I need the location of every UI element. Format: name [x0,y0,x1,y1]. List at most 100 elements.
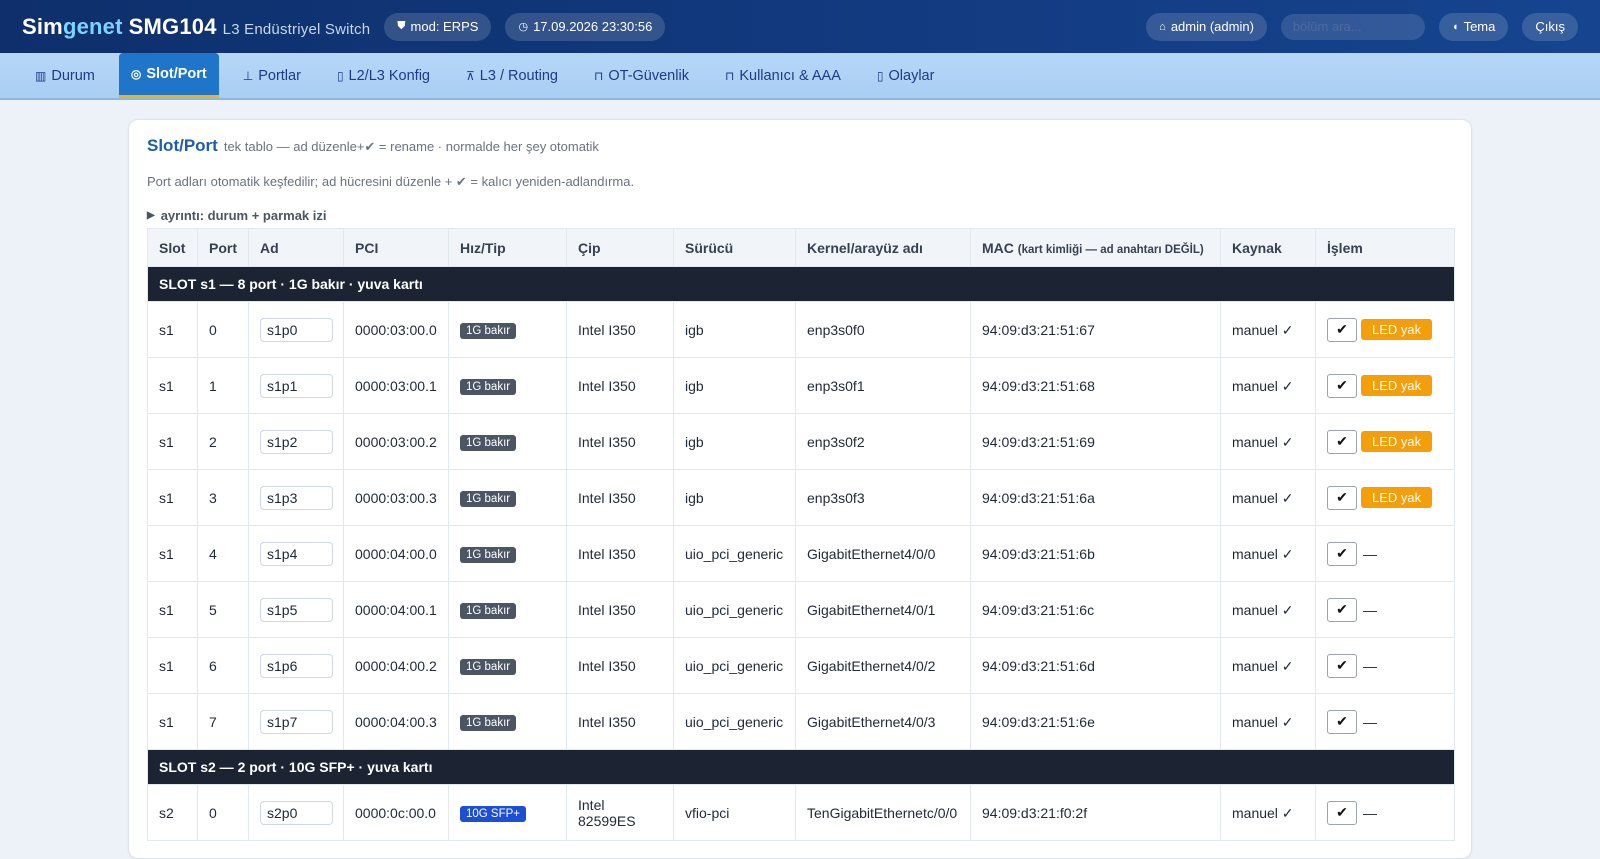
tab-label: Portlar [258,67,301,84]
page-subtitle: tek tablo — ad düzenle+✔ = rename · norm… [223,139,599,154]
rename-confirm-button[interactable]: ✔ [1327,800,1357,825]
no-action-dash: — [1363,601,1377,618]
slot-group-row: SLOT s1 — 8 port · 1G bakır · yuva kartı [147,266,1455,302]
tab-slot-port[interactable]: ◎ Slot/Port [118,53,219,98]
led-blink-button[interactable]: LED yak [1361,431,1433,452]
cell-speed: 1G bakır [448,693,567,750]
rename-confirm-button[interactable]: ✔ [1327,485,1357,510]
user-label: admin (admin) [1170,19,1254,34]
port-name-input[interactable] [260,541,333,566]
cell-kernel: GigabitEthernet4/0/1 [795,581,971,638]
table-row: s1 4 0000:04:00.0 1G bakır Intel I350 ui… [147,525,1455,582]
cell-chip: Intel I350 [566,581,674,638]
tab-durum[interactable]: ▥ Durum [23,53,107,98]
rename-confirm-button[interactable]: ✔ [1327,541,1357,566]
cell-driver: uio_pci_generic [673,637,796,694]
rename-confirm-button[interactable]: ✔ [1327,709,1357,734]
cell-kernel: GigabitEthernet4/0/3 [795,693,971,750]
target-icon: ◎ [130,67,142,81]
cell-driver: igb [673,357,796,414]
user-button[interactable]: ⌂ admin (admin) [1146,12,1267,41]
led-blink-button[interactable]: LED yak [1361,319,1433,340]
table-row: s1 6 0000:04:00.2 1G bakır Intel I350 ui… [147,637,1455,694]
cell-source: manuel ✓ [1220,413,1316,470]
speed-badge: 1G bakır [460,490,517,507]
port-name-input[interactable] [260,709,333,734]
cell-driver: vfio-pci [673,784,796,841]
tab-label: L2/L3 Konfig [348,67,430,84]
cell-chip: Intel I350 [566,357,674,414]
rename-confirm-button[interactable]: ✔ [1327,597,1357,622]
tab-olaylar[interactable]: ▯ Olaylar [865,53,947,98]
port-name-input[interactable] [260,800,333,825]
tab-label: Durum [51,67,95,84]
tab-l3-routing[interactable]: ⊼ L3 / Routing [454,53,570,98]
cell-port: 7 [197,693,249,750]
port-name-input[interactable] [260,597,333,622]
cell-pci: 0000:03:00.3 [343,469,449,526]
cell-slot: s1 [147,413,198,470]
table-row: s1 3 0000:03:00.3 1G bakır Intel I350 ig… [147,469,1455,526]
no-action-dash: — [1363,657,1377,674]
cell-mac: 94:09:d3:21:51:67 [970,301,1221,358]
mode-badge: ⛊ mod: ERPS [384,12,492,41]
cell-chip: Intel I350 [566,637,674,694]
no-action-dash: — [1363,804,1377,821]
cell-pci: 0000:04:00.3 [343,693,449,750]
rename-confirm-button[interactable]: ✔ [1327,317,1357,342]
rename-confirm-button[interactable]: ✔ [1327,653,1357,678]
cell-kernel: GigabitEthernet4/0/2 [795,637,971,694]
table-row: s2 0 0000:0c:00.0 10G SFP+ Intel 82599ES… [147,784,1455,841]
cell-ad [248,469,344,526]
cell-pci: 0000:0c:00.0 [343,784,449,841]
caret-right-icon: ▶ [147,210,155,221]
network-icon: ⊼ [465,68,475,83]
tab-portlar[interactable]: ⊥ Portlar [231,53,313,98]
cell-actions: ✔ — [1315,581,1455,638]
col-slot: Slot [147,228,198,267]
slot-group-label: SLOT s2 — 2 port · 10G SFP+ · yuva kartı [147,749,1455,785]
port-name-input[interactable] [260,317,333,342]
tab-l2-l3-konfig[interactable]: ▯ L2/L3 Konfig [325,53,442,98]
cell-actions: ✔ — [1315,693,1455,750]
led-blink-button[interactable]: LED yak [1361,375,1433,396]
section-search-input[interactable] [1280,13,1425,40]
tab-kullanici-aaa[interactable]: ⊓ Kullanıcı & AAA [713,53,853,98]
cell-source: manuel ✓ [1220,581,1316,638]
cell-mac: 94:09:d3:21:f0:2f [970,784,1221,841]
led-blink-button[interactable]: LED yak [1361,487,1433,508]
clock-icon: ◷ [518,21,529,33]
cell-actions: ✔ — [1315,784,1455,841]
details-toggle[interactable]: ▶ ayrıntı: durum + parmak izi [147,208,1453,223]
theme-button[interactable]: ◖ Tema [1438,12,1509,41]
port-name-input[interactable] [260,373,333,398]
details-label: ayrıntı: durum + parmak izi [160,208,327,223]
cell-mac: 94:09:d3:21:51:69 [970,413,1221,470]
port-name-input[interactable] [260,485,333,510]
brand-name-part1: Sim [22,13,63,39]
no-action-dash: — [1363,545,1377,562]
cell-slot: s2 [147,784,198,841]
speed-badge: 1G bakır [460,658,517,675]
rename-confirm-button[interactable]: ✔ [1327,373,1357,398]
port-name-input[interactable] [260,653,333,678]
half-moon-icon: ◖ [1451,20,1459,33]
speed-badge: 10G SFP+ [460,805,527,822]
cell-kernel: enp3s0f3 [795,469,971,526]
speed-badge: 1G bakır [460,602,517,619]
cell-slot: s1 [147,693,198,750]
tab-label: Kullanıcı & AAA [739,67,841,84]
speed-badge: 1G bakır [460,378,517,395]
cell-kernel: enp3s0f0 [795,301,971,358]
cell-slot: s1 [147,301,198,358]
cell-slot: s1 [147,469,198,526]
cell-speed: 1G bakır [448,525,567,582]
port-name-input[interactable] [260,429,333,454]
logout-label: Çıkış [1535,19,1565,34]
logout-button[interactable]: Çıkış [1522,12,1578,41]
tab-ot-guvenlik[interactable]: ⊓ OT-Güvenlik [582,53,701,98]
cell-slot: s1 [147,357,198,414]
page-title: Slot/Port [147,136,218,155]
speed-badge: 1G bakır [460,714,517,731]
rename-confirm-button[interactable]: ✔ [1327,429,1357,454]
